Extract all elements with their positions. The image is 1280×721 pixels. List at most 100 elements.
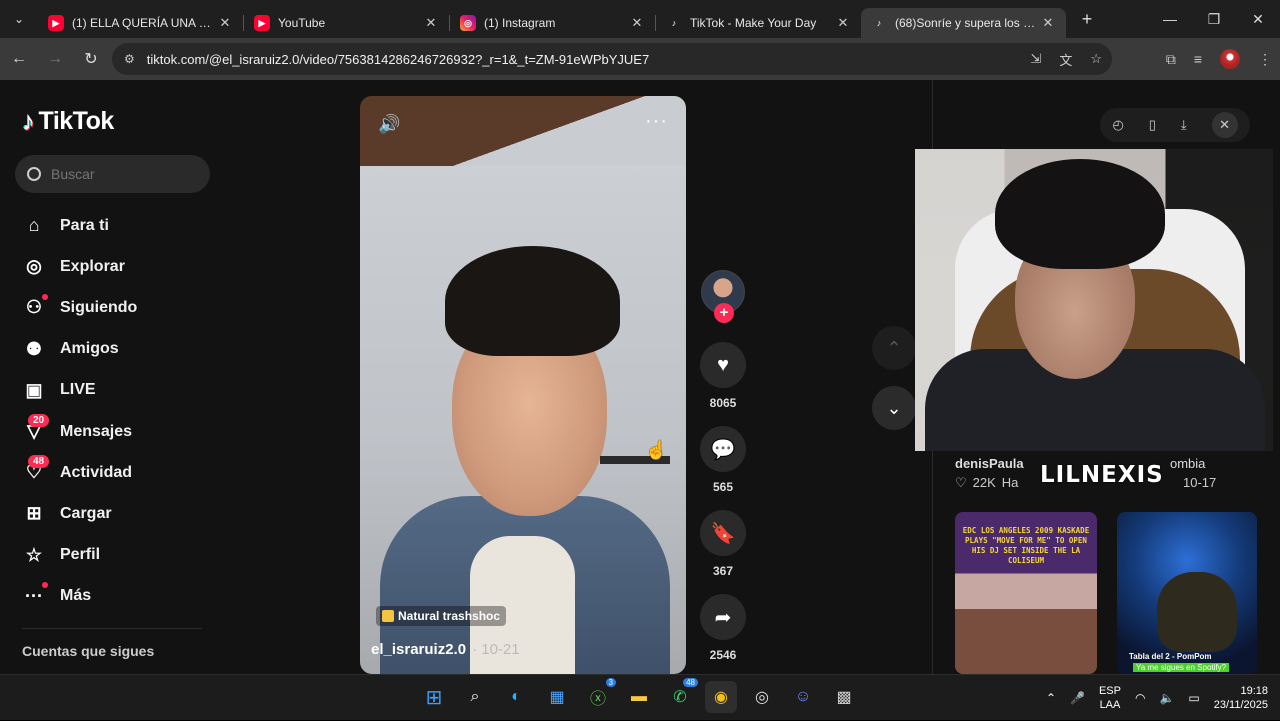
microphone-icon[interactable]: 🎤 [1070,691,1085,705]
battery-icon[interactable]: ▭ [1188,691,1199,705]
home-icon: ⌂ [28,215,40,236]
following-accounts-title: Cuentas que sigues [22,643,155,659]
xbox-icon[interactable]: ⓧ 3 [582,678,616,713]
messages-icon: ▽ 20 [22,413,50,444]
forward-icon[interactable]: → [38,42,72,76]
input-language[interactable]: ESP LAA [1099,684,1121,712]
tiktok-logo[interactable]: ♪ TikTok [22,106,114,137]
related-video-thumbnail[interactable]: Tabla del 2 - PomPom Ya me sigues en Spo… [1117,512,1257,674]
tray-overflow-icon[interactable]: ⌃ [1046,691,1056,705]
store-icon[interactable]: ▦ [541,681,573,713]
windows-start-icon[interactable]: ⊞ [418,681,450,713]
site-info-icon[interactable]: ⚙ [124,52,135,66]
reload-icon[interactable]: ↻ [74,42,108,76]
sidebar-item-mensajes[interactable]: ▽ 20 Mensajes [22,411,137,452]
clock-date: 23/11/2025 [1213,699,1268,711]
sidebar-item-amigos[interactable]: ⚉ Amigos [22,329,137,370]
close-tab-icon[interactable]: ✕ [217,15,233,31]
close-tab-icon[interactable]: ✕ [835,15,851,31]
save-button[interactable]: 🔖 [700,510,746,556]
browser-tab[interactable]: ▶ YouTube ✕ [244,8,449,38]
close-tab-icon[interactable]: ✕ [629,15,645,31]
sidebar-item-siguiendo[interactable]: ⚇ Siguiendo [22,287,137,328]
edge-icon[interactable]: ◐ [500,681,532,713]
youtube-icon: ▶ [48,15,64,31]
close-tab-icon[interactable]: ✕ [1040,15,1056,31]
video-author[interactable]: el_israruiz2.0 · 10-21 [371,641,520,658]
volume-icon[interactable]: 🔊 [378,114,400,135]
game-app-icon[interactable]: ▩ [828,681,860,713]
related-video-thumbnail[interactable]: EDC LOS ANGELES 2009 KASKADE PLAYS "MOVE… [955,512,1097,674]
more-options-icon[interactable]: ··· [645,110,668,133]
like-button[interactable]: ♥ [700,342,746,388]
comment-button[interactable]: 💬 [700,426,746,472]
related-author[interactable]: denisPaula [955,456,1024,471]
thumbnail-caption: Ya me sigues en Spotify? [1133,663,1230,672]
clock[interactable]: 19:18 23/11/2025 [1214,684,1268,712]
video-player[interactable]: 🔊 ··· Natural trashshoc el_israruiz2.0 · … [360,96,686,674]
browser-tab[interactable]: ▶ (1) ELLA QUERÍA UNA FAMILIA ✕ [38,8,243,38]
install-app-icon[interactable]: ⇲ [1030,51,1041,67]
activity-icon: ♡ 48 [22,454,50,485]
sidebar-item-mas[interactable]: ··· Más [22,576,137,617]
video-date: · 10-21 [472,641,520,658]
sidebar-item-live[interactable]: ▣ LIVE [22,370,137,411]
whatsapp-icon[interactable]: ✆ 48 [664,678,698,713]
address-bar[interactable]: ⚙ tiktok.com/@el_israruiz2.0/video/75638… [112,43,1112,75]
effect-tag[interactable]: Natural trashshoc [376,606,507,626]
volume-icon[interactable]: 🔈 [1159,691,1174,705]
more-icon: ··· [22,582,48,608]
sidebar-item-label: Más [60,587,92,605]
speed-icon[interactable]: ◴ [1112,117,1123,133]
sidebar-item-label: Perfil [60,546,101,564]
sidebar-item-label: Cargar [60,504,112,522]
follow-plus-icon[interactable]: + [714,303,734,323]
browser-tab[interactable]: ♪ TikTok - Make Your Day ✕ [656,8,861,38]
author-avatar[interactable]: + [701,270,745,323]
discord-icon[interactable]: ☺ [787,681,819,713]
maximize-icon[interactable]: ❐ [1192,0,1236,38]
sidebar-item-actividad[interactable]: ♡ 48 Actividad [22,452,137,493]
heart-icon: ♥ [717,353,729,376]
tab-title: TikTok - Make Your Day [690,16,817,30]
new-tab-button[interactable]: + [1072,9,1102,30]
bookmark-star-icon[interactable]: ☆ [1090,51,1102,67]
tab-search-button[interactable]: ⌄ [0,0,38,38]
player-tools: ◴ ▯ ⤓ ✕ [1100,108,1250,142]
minimize-icon[interactable]: — [1148,0,1192,38]
whatsapp-badge: 48 [683,678,698,687]
pin-icon[interactable]: ✕ [1211,112,1238,138]
search-icon[interactable]: ⌕ [459,681,491,713]
wifi-icon[interactable]: ◠ [1135,691,1145,705]
device-icon[interactable]: ▯ [1149,117,1156,133]
browser-tab[interactable]: ◎ (1) Instagram ✕ [450,8,655,38]
related-like-suffix: Ha [1001,475,1019,490]
search-input[interactable] [51,166,191,182]
close-tab-icon[interactable]: ✕ [423,15,439,31]
chrome-icon[interactable]: ◉ [705,681,737,713]
live-icon: ▣ [25,379,43,400]
effect-icon [382,610,394,622]
translate-icon[interactable]: 文 [1059,50,1072,69]
browser-tab-active[interactable]: ♪ (68)Sonríe y supera los momentos ✕ [861,8,1066,38]
media-control-icon[interactable]: ≡ [1194,51,1202,67]
back-icon[interactable]: ← [2,42,36,76]
search-bar[interactable] [15,155,210,193]
obs-icon[interactable]: ◎ [746,681,778,713]
author-username[interactable]: el_israruiz2.0 [371,641,466,658]
browser-tab-bar: ⌄ ▶ (1) ELLA QUERÍA UNA FAMILIA ✕ ▶ YouT… [0,0,1280,38]
next-video-button[interactable]: ⌄ [872,386,916,430]
sidebar-item-perfil[interactable]: ☆ Perfil [22,535,137,576]
download-icon[interactable]: ⤓ [1181,117,1187,133]
close-window-icon[interactable]: ✕ [1236,0,1280,38]
share-button[interactable]: ➦ [700,594,746,640]
sidebar-item-cargar[interactable]: ⊞ Cargar [22,493,137,534]
extensions-icon[interactable]: ⧉ [1166,51,1176,68]
file-explorer-icon[interactable]: ▬ [623,681,655,713]
webcam-overlay [915,149,1273,451]
browser-menu-icon[interactable]: ⋮ [1258,51,1272,68]
profile-avatar[interactable] [1220,49,1240,69]
previous-video-button[interactable]: ⌃ [872,326,916,370]
sidebar-item-explorar[interactable]: ◎ Explorar [22,246,137,287]
sidebar-item-para-ti[interactable]: ⌂ Para ti [22,205,137,246]
